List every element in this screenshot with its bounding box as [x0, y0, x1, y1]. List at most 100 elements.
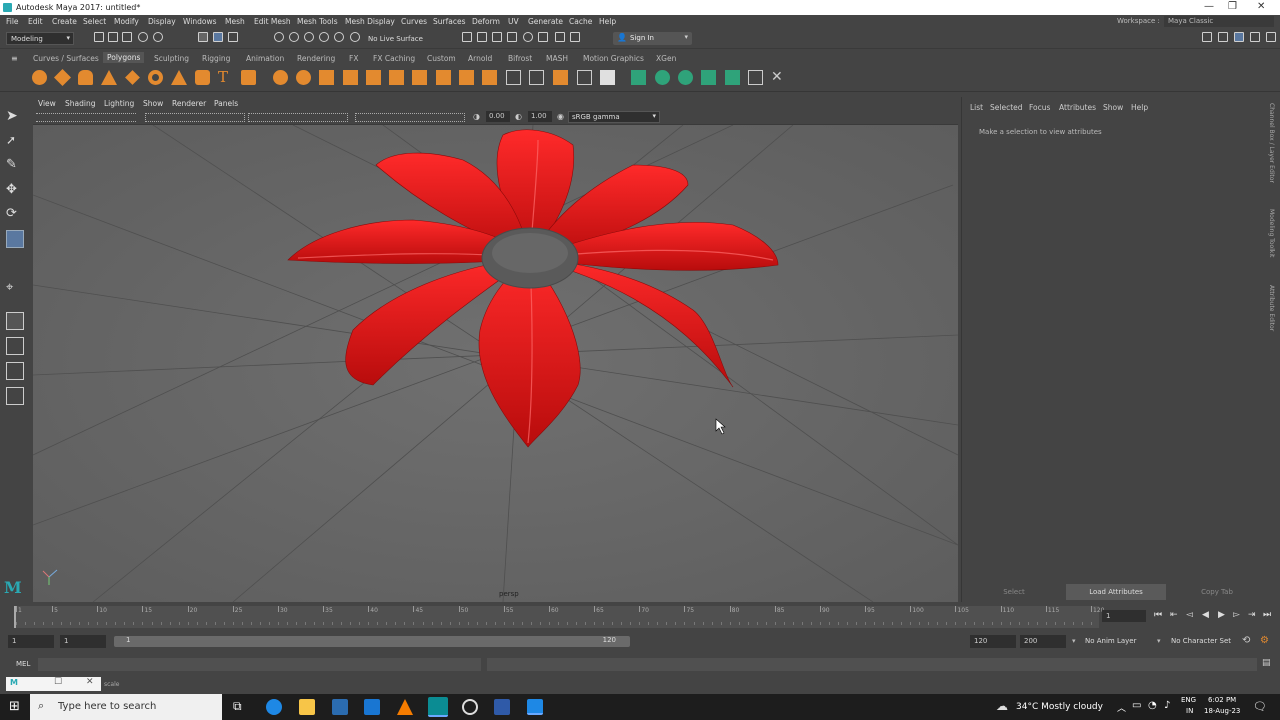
auto-key-icon[interactable]: ⟲	[1242, 635, 1250, 646]
shelf-tab-rendering[interactable]: Rendering	[297, 54, 335, 63]
viewport-menu-view[interactable]: View	[38, 99, 56, 108]
animation-start-field[interactable]: 1	[8, 635, 54, 648]
render-settings-icon[interactable]	[507, 32, 517, 42]
menu-deform[interactable]: Deform	[472, 17, 500, 26]
shelf-tab-bifrost[interactable]: Bifrost	[508, 54, 532, 63]
menu-help[interactable]: Help	[599, 17, 616, 26]
viewport-menu-shading[interactable]: Shading	[65, 99, 95, 108]
delete-edge-icon[interactable]	[553, 70, 568, 85]
move-tool-icon[interactable]: ✥	[6, 182, 24, 200]
chrome-icon[interactable]	[462, 699, 478, 715]
play-back-icon[interactable]: ◀	[1202, 610, 1209, 620]
taskbar-search[interactable]: ⌕ Type here to search	[30, 694, 222, 720]
menu-create[interactable]: Create	[52, 17, 77, 26]
select-by-hierarchy-icon[interactable]	[198, 32, 208, 42]
attr-menu-attributes[interactable]: Attributes	[1059, 103, 1096, 112]
minimize-icon[interactable]: —	[1204, 1, 1214, 12]
maximize-icon[interactable]: ❐	[1228, 1, 1237, 12]
shelf-tab-xgen[interactable]: XGen	[656, 54, 676, 63]
select-tool-icon[interactable]: ➤	[6, 108, 24, 126]
menuset-dropdown[interactable]: Modeling ▾	[6, 32, 74, 45]
shelf-tab-rigging[interactable]: Rigging	[202, 54, 230, 63]
viewport-menu-show[interactable]: Show	[143, 99, 163, 108]
poly-pyramid-icon[interactable]	[171, 70, 187, 85]
separate-icon[interactable]	[296, 70, 311, 85]
fill-hole-icon[interactable]	[506, 70, 521, 85]
tray-chevron-icon[interactable]: ︿	[1117, 701, 1126, 714]
region-code[interactable]: IN	[1186, 707, 1193, 715]
color-space-dropdown[interactable]: sRGB gamma ▾	[568, 111, 660, 123]
crease-icon[interactable]	[600, 70, 615, 85]
uv-snapshot-icon[interactable]: ✕	[771, 70, 786, 85]
volume-icon[interactable]: ♪	[1164, 700, 1170, 711]
ipr-render-icon[interactable]	[492, 32, 502, 42]
shelf-tab-arnold[interactable]: Arnold	[468, 54, 492, 63]
gamma-field[interactable]: 1.00	[528, 111, 552, 122]
media-app-icon[interactable]	[527, 699, 543, 715]
windows-start-icon[interactable]: ⊞	[9, 699, 20, 714]
toggle-tool-settings-icon[interactable]	[1266, 32, 1276, 42]
render-view-icon[interactable]	[462, 32, 472, 42]
current-time-marker[interactable]	[14, 606, 16, 628]
go-to-end-icon[interactable]: ⏭	[1263, 610, 1271, 620]
step-forward-icon[interactable]: ▻	[1233, 610, 1240, 620]
target-weld-icon[interactable]	[482, 70, 497, 85]
shelf-tab-mash[interactable]: MASH	[546, 54, 568, 63]
file-explorer-icon[interactable]	[299, 699, 315, 715]
hypershade-icon[interactable]	[523, 32, 533, 42]
svg-icon[interactable]	[241, 70, 256, 85]
menu-cache[interactable]: Cache	[569, 17, 592, 26]
shelf-tab-animation[interactable]: Animation	[246, 54, 284, 63]
time-ruler[interactable]: 1 5 10 15 20 25 30 35 40 45 50 55 60 65 70 75 80 85 90 95 10…	[14, 606, 1104, 628]
shelf-tab-motion-graphics[interactable]: Motion Graphics	[583, 54, 644, 63]
menu-curves[interactable]: Curves	[401, 17, 427, 26]
step-back-icon[interactable]: ◅	[1186, 610, 1193, 620]
character-set-dropdown[interactable]: No Character Set	[1171, 637, 1231, 645]
attr-menu-selected[interactable]: Selected	[990, 103, 1023, 112]
shelf-tab-curves-surfaces[interactable]: Curves / Surfaces	[33, 54, 99, 63]
smooth-icon[interactable]	[319, 70, 334, 85]
shelf-tab-custom[interactable]: Custom	[427, 54, 456, 63]
bevel-edge-icon[interactable]	[577, 70, 592, 85]
snap-point-icon[interactable]	[304, 32, 314, 42]
range-bar[interactable]: 1 120	[114, 636, 630, 647]
current-frame-field[interactable]: 1	[1102, 610, 1146, 622]
bevel-icon[interactable]	[436, 70, 451, 85]
render-frame-icon[interactable]	[477, 32, 487, 42]
toggle-attribute-icon[interactable]	[1234, 32, 1244, 42]
shelf-tab-sculpting[interactable]: Sculpting	[154, 54, 189, 63]
floating-window-tab[interactable]: M ☐ ✕	[6, 677, 101, 691]
word-icon[interactable]	[494, 699, 510, 715]
sign-in-button[interactable]: 👤 Sign In ▾	[613, 32, 692, 45]
animation-end-field[interactable]: 200	[1020, 635, 1066, 648]
paint-select-icon[interactable]: ✎	[6, 157, 24, 175]
close-icon[interactable]: ✕	[86, 677, 94, 687]
toggle-sidebar-icon[interactable]	[1202, 32, 1212, 42]
outliner-icon[interactable]	[6, 387, 24, 405]
combine-icon[interactable]	[273, 70, 288, 85]
shelf-tab-polygons[interactable]: Polygons	[103, 52, 145, 63]
playback-end-field[interactable]: 120	[970, 635, 1016, 648]
task-view-icon[interactable]: ⧉	[233, 699, 242, 714]
unfold-uv-icon[interactable]	[725, 70, 740, 85]
clock-time[interactable]: 6:02 PM	[1208, 696, 1236, 704]
display-toggles-icons[interactable]	[145, 113, 245, 122]
poly-torus-icon[interactable]	[148, 70, 163, 85]
cylindrical-uv-icon[interactable]	[655, 70, 670, 85]
command-input[interactable]	[38, 658, 481, 671]
notifications-icon[interactable]: 🗨	[1253, 700, 1267, 713]
planar-uv-icon[interactable]	[631, 70, 646, 85]
mirror-icon[interactable]	[366, 70, 381, 85]
restore-icon[interactable]: ☐	[54, 677, 62, 687]
uv-editor-icon[interactable]	[748, 70, 763, 85]
step-forward-key-icon[interactable]: ⇥	[1248, 610, 1256, 620]
poly-sphere-icon[interactable]	[32, 70, 47, 85]
script-language-toggle[interactable]: MEL	[16, 660, 30, 668]
maya-taskbar-icon[interactable]	[428, 697, 448, 717]
poly-pipe-icon[interactable]	[195, 70, 210, 85]
toggle-channel-box-icon[interactable]	[1250, 32, 1260, 42]
extrude-icon[interactable]	[389, 70, 404, 85]
attr-copy-tab-button[interactable]: Copy Tab	[1168, 584, 1266, 600]
pause-viewport-icon[interactable]	[570, 32, 580, 42]
poly-cylinder-icon[interactable]	[78, 70, 93, 85]
